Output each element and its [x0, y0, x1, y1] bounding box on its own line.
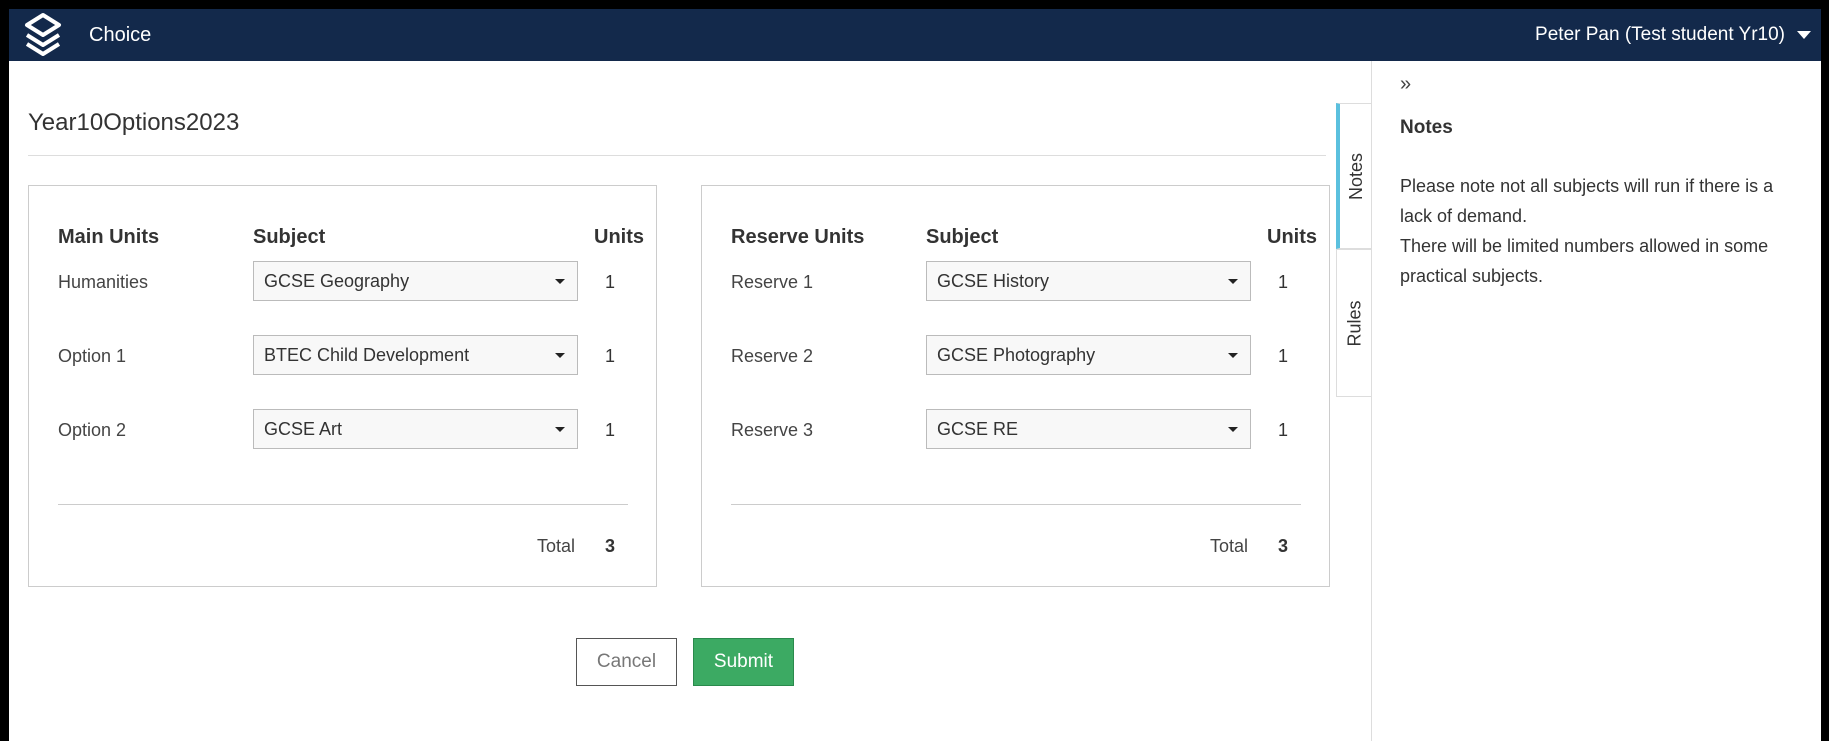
main-units-header: Main Units [58, 226, 160, 248]
subject-select[interactable]: GCSE RE [926, 409, 1251, 449]
selected-value: GCSE Geography [264, 271, 410, 291]
notes-line: There will be limited numbers allowed in… [1400, 236, 1769, 286]
selected-value: GCSE Photography [937, 345, 1096, 365]
subject-header: Subject [253, 226, 326, 248]
notes-line: Please note not all subjects will run if… [1400, 176, 1774, 226]
units-value: 1 [605, 346, 616, 366]
divider [28, 155, 1326, 156]
selected-value: GCSE Art [264, 419, 343, 439]
main-units-panel: Main Units Subject Units Humanities GCSE… [28, 185, 657, 587]
stacked-layers-logo-icon[interactable] [19, 11, 67, 61]
top-bar: Choice Peter Pan (Test student Yr10) [9, 9, 1821, 61]
row-label: Humanities [58, 272, 149, 292]
reserve-units-header: Reserve Units [731, 226, 865, 248]
selected-value: BTEC Child Development [264, 345, 470, 365]
total-value: 3 [1278, 536, 1289, 556]
subject-select[interactable]: GCSE Art [253, 409, 578, 449]
row-label: Reserve 2 [731, 346, 814, 366]
divider [58, 504, 628, 505]
notes-heading: Notes [1400, 117, 1453, 138]
double-chevron-right-icon[interactable]: » [1400, 73, 1411, 96]
total-label: Total [1210, 536, 1249, 556]
tab-rules-label: Rules [1344, 299, 1365, 347]
units-header: Units [1267, 226, 1317, 248]
submit-button[interactable]: Submit [693, 638, 794, 686]
total-label: Total [537, 536, 576, 556]
reserve-units-panel: Reserve Units Subject Units Reserve 1 GC… [701, 185, 1330, 587]
notes-sidebar: » Notes Please note not all subjects wil… [1371, 61, 1821, 741]
tab-notes-label: Notes [1346, 152, 1367, 200]
subject-select[interactable]: GCSE Photography [926, 335, 1251, 375]
row-label: Reserve 1 [731, 272, 814, 292]
row-label: Reserve 3 [731, 420, 814, 440]
caret-down-icon [555, 279, 565, 284]
subject-select[interactable]: GCSE History [926, 261, 1251, 301]
units-value: 1 [1278, 272, 1289, 292]
units-value: 1 [605, 272, 616, 292]
notes-body: Please note not all subjects will run if… [1400, 171, 1800, 291]
selected-value: GCSE History [937, 271, 1050, 291]
caret-down-icon [1228, 279, 1238, 284]
app-window: Choice Peter Pan (Test student Yr10) Yea… [9, 9, 1821, 741]
units-value: 1 [1278, 420, 1289, 440]
row-label: Option 1 [58, 346, 127, 366]
page-title: Year10Options2023 [28, 109, 240, 136]
divider [731, 504, 1301, 505]
user-menu[interactable]: Peter Pan (Test student Yr10) [1535, 9, 1811, 61]
caret-down-icon [555, 353, 565, 358]
units-value: 1 [605, 420, 616, 440]
user-name: Peter Pan (Test student Yr10) [1535, 24, 1785, 45]
caret-down-icon [1228, 427, 1238, 432]
cancel-button[interactable]: Cancel [576, 638, 677, 686]
subject-select[interactable]: BTEC Child Development [253, 335, 578, 375]
total-value: 3 [605, 536, 616, 556]
tab-rules[interactable]: Rules [1336, 249, 1374, 397]
subject-select[interactable]: GCSE Geography [253, 261, 578, 301]
row-label: Option 2 [58, 420, 127, 440]
chevron-down-icon [1797, 31, 1811, 39]
caret-down-icon [555, 427, 565, 432]
caret-down-icon [1228, 353, 1238, 358]
app-title: Choice [89, 24, 152, 46]
selected-value: GCSE RE [937, 419, 1019, 439]
units-header: Units [594, 226, 644, 248]
units-value: 1 [1278, 346, 1289, 366]
tab-notes[interactable]: Notes [1336, 103, 1374, 249]
subject-header: Subject [926, 226, 999, 248]
